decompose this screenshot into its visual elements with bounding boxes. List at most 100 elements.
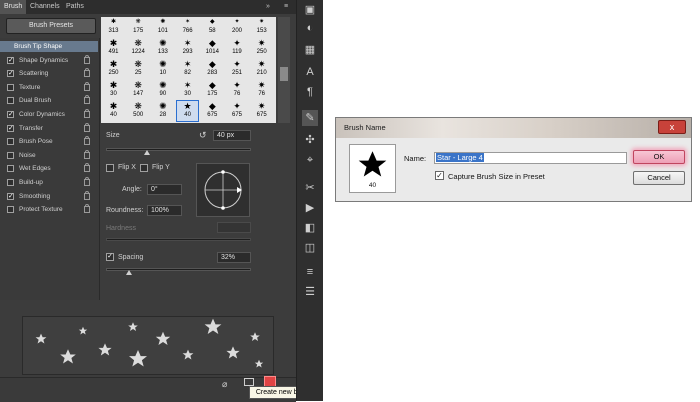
close-button[interactable]: x — [658, 120, 686, 134]
lock-icon[interactable] — [84, 109, 90, 118]
brush-tip-cell[interactable]: ✷ 250 — [251, 38, 272, 58]
brush-tip-cell[interactable]: ✺ 101 — [152, 17, 173, 37]
brush-tip-cell[interactable]: ✶ 766 — [177, 17, 198, 37]
brush-option-checkbox[interactable] — [7, 179, 14, 186]
brush-tip-cell[interactable]: ❋ 500 — [128, 101, 149, 121]
capture-size-checkbox[interactable]: ✓ — [435, 171, 444, 180]
brush-grid-scrollbar[interactable] — [278, 17, 290, 123]
toggle-brush-preview-icon[interactable]: ⌀ — [222, 379, 227, 390]
spacing-field[interactable]: 32% — [217, 252, 251, 263]
cancel-button[interactable]: Cancel — [633, 171, 685, 185]
brush-option-brush-pose[interactable]: Brush Pose — [4, 136, 94, 147]
brush-tip-cell[interactable]: ✦ 251 — [227, 59, 248, 79]
actions-icon[interactable]: ▶ — [302, 200, 318, 216]
brush-tip-cell[interactable]: ✦ 200 — [227, 17, 248, 37]
lock-icon[interactable] — [84, 190, 90, 200]
brush-tip-cell[interactable]: ✦ 675 — [227, 101, 248, 121]
spacing-slider-knob[interactable] — [126, 270, 133, 275]
brush-option-texture[interactable]: Texture — [4, 81, 94, 93]
brush-tip-cell[interactable]: ❋ 25 — [128, 59, 149, 79]
tab-channels[interactable]: Channels — [26, 0, 64, 14]
brush-tip-cell[interactable]: ❋ 175 — [128, 17, 149, 37]
brush-tip-cell[interactable]: ❋ 147 — [128, 80, 149, 100]
brush-tip-cell[interactable]: ✷ 675 — [251, 101, 272, 121]
lock-icon[interactable] — [84, 204, 90, 214]
color-icon[interactable]: ◐ — [302, 20, 318, 36]
brush-option-checkbox[interactable] — [7, 206, 14, 214]
brush-option-transfer[interactable]: ✓ Transfer — [4, 122, 94, 134]
brush-tip-cell[interactable]: ✶ 82 — [177, 59, 198, 79]
brush-option-checkbox[interactable] — [7, 165, 14, 173]
tab-brush[interactable]: Brush — [0, 0, 27, 14]
paragraph-icon[interactable]: ¶ — [302, 84, 318, 100]
properties-icon[interactable]: ☰ — [302, 284, 318, 300]
brush-name-input[interactable]: Star - Large 4 — [434, 152, 627, 164]
brush-option-checkbox[interactable]: ✓ — [7, 111, 14, 118]
brush-tip-cell[interactable]: ✺ 10 — [152, 59, 173, 79]
brush-tip-cell[interactable]: ✱ 313 — [103, 17, 124, 37]
brush-tip-cell[interactable]: ✷ 76 — [251, 80, 272, 100]
brush-tip-cell[interactable]: ◆ 175 — [202, 80, 223, 100]
brush-tip-cell[interactable]: ◆ 675 — [202, 101, 223, 121]
open-preset-manager-icon[interactable] — [244, 378, 254, 386]
lock-icon[interactable] — [84, 177, 90, 186]
brush-tip-cell[interactable]: ✱ 30 — [103, 80, 124, 100]
brush-tip-cell[interactable]: ✷ 153 — [251, 17, 272, 37]
paths-icon[interactable]: ⌖ — [302, 152, 318, 168]
brush-tip-cell[interactable]: ◆ 1014 — [202, 38, 223, 58]
history-icon[interactable]: ▣ — [302, 2, 318, 18]
lock-icon[interactable] — [84, 163, 90, 173]
lock-icon[interactable] — [84, 81, 90, 91]
tool-presets-icon[interactable]: ✂ — [302, 180, 318, 196]
panel-collapse-icon[interactable]: » — [262, 0, 274, 14]
spacing-checkbox[interactable]: ✓ — [106, 253, 114, 261]
brush-option-smoothing[interactable]: ✓ Smoothing — [4, 190, 94, 202]
brush-option-brush-tip-shape[interactable]: Brush Tip Shape — [0, 41, 98, 52]
brush-option-wet-edges[interactable]: Wet Edges — [4, 163, 94, 174]
brush-tip-cell[interactable]: ✦ 76 — [227, 80, 248, 100]
size-slider[interactable] — [106, 148, 251, 151]
brush-tip-cell[interactable]: ✱ 250 — [103, 59, 124, 79]
layers-icon[interactable]: ≡ — [302, 264, 318, 280]
brush-tip-cell[interactable]: ◆ 283 — [202, 59, 223, 79]
brush-tip-cell[interactable]: ✺ 133 — [152, 38, 173, 58]
size-field[interactable]: 40 px — [213, 130, 251, 141]
brush-tip-cell[interactable]: ✺ 28 — [152, 101, 173, 121]
brush-tip-cell[interactable]: ✶ 293 — [177, 38, 198, 58]
swatches-icon[interactable]: ▦ — [302, 42, 318, 58]
ok-button[interactable]: OK — [633, 150, 685, 164]
brush-tip-cell[interactable]: ✺ 90 — [152, 80, 173, 100]
brush-option-noise[interactable]: Noise — [4, 149, 94, 161]
brush-option-checkbox[interactable]: ✓ — [7, 70, 14, 78]
brush-tip-cell[interactable]: ✷ 210 — [251, 59, 272, 79]
character-icon[interactable]: A — [302, 64, 318, 80]
tab-paths[interactable]: Paths — [62, 0, 88, 14]
brush-option-checkbox[interactable] — [7, 151, 14, 159]
brush-tip-cell[interactable]: ◆ 58 — [202, 17, 223, 37]
adjustments-icon[interactable]: ◧ — [302, 220, 318, 236]
brush-option-color-dynamics[interactable]: ✓ Color Dynamics — [4, 109, 94, 120]
brush-option-checkbox[interactable]: ✓ — [7, 124, 14, 132]
flip-y-checkbox[interactable] — [140, 164, 148, 172]
brush-panel-icon[interactable]: ✎ — [302, 110, 318, 126]
brush-option-checkbox[interactable]: ✓ — [7, 192, 14, 200]
brush-option-dual-brush[interactable]: Dual Brush — [4, 95, 94, 106]
brush-option-checkbox[interactable] — [7, 83, 14, 91]
brush-presets-button[interactable]: Brush Presets — [6, 18, 96, 34]
brush-tip-cell[interactable]: ★ 40 — [176, 100, 200, 122]
brush-option-shape-dynamics[interactable]: ✓ Shape Dynamics — [4, 54, 94, 66]
brush-tip-cell[interactable]: ✶ 30 — [177, 80, 198, 100]
brush-option-build-up[interactable]: Build-up — [4, 177, 94, 188]
lock-icon[interactable] — [84, 54, 90, 64]
reset-size-icon[interactable]: ↺ — [199, 130, 207, 141]
brush-option-checkbox[interactable] — [7, 97, 14, 105]
lock-icon[interactable] — [84, 149, 90, 159]
roundness-field[interactable]: 100% — [147, 205, 182, 216]
info-icon[interactable]: ◫ — [302, 240, 318, 256]
flip-x-checkbox[interactable] — [106, 164, 114, 172]
clone-source-icon[interactable]: ✣ — [302, 132, 318, 148]
lock-icon[interactable] — [84, 68, 90, 78]
brush-option-checkbox[interactable]: ✓ — [7, 56, 14, 64]
brush-tip-cell[interactable]: ✱ 491 — [103, 38, 124, 58]
angle-field[interactable]: 0° — [147, 184, 182, 195]
